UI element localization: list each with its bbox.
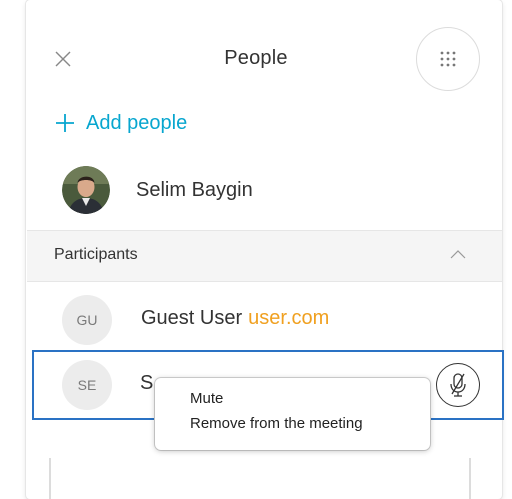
avatar: GU	[62, 295, 112, 345]
participant-row[interactable]: GU Guest User user.com	[27, 286, 502, 354]
mute-button[interactable]	[436, 363, 480, 407]
participants-label: Participants	[54, 246, 138, 263]
menu-item-mute[interactable]: Mute	[155, 386, 430, 411]
participant-name: Guest User user.com	[141, 307, 329, 330]
avatar: SE	[62, 360, 112, 410]
dialpad-button[interactable]	[416, 27, 480, 91]
dialpad-icon	[440, 51, 456, 67]
avatar	[62, 166, 110, 214]
host-name: Selim Baygin	[136, 178, 253, 201]
participants-section-header[interactable]: Participants	[27, 230, 502, 282]
add-people-label: Add people	[86, 111, 188, 134]
menu-item-remove[interactable]: Remove from the meeting	[155, 411, 430, 436]
mic-muted-icon	[450, 373, 466, 397]
add-people-button[interactable]: Add people	[54, 108, 187, 138]
chevron-up-icon[interactable]	[450, 249, 466, 259]
participant-domain: user.com	[248, 307, 330, 329]
participant-name: S	[140, 372, 154, 394]
bottom-panel-outline	[49, 458, 471, 499]
host-row[interactable]: Selim Baygin	[62, 165, 253, 215]
participant-context-menu: Mute Remove from the meeting	[155, 378, 430, 450]
participant-name-text: Guest User	[141, 307, 243, 329]
plus-icon	[56, 114, 74, 132]
